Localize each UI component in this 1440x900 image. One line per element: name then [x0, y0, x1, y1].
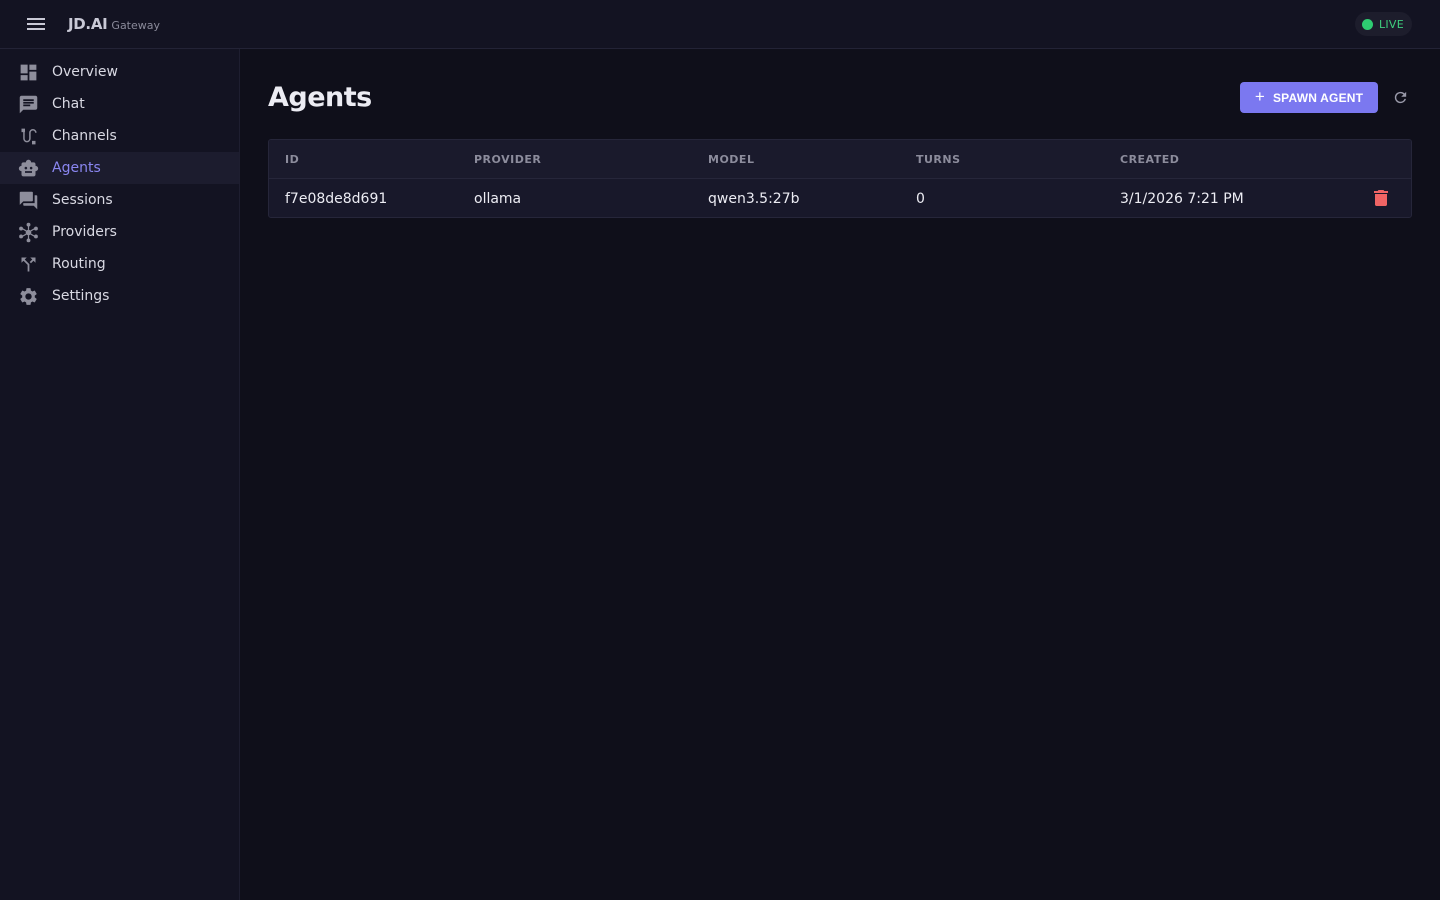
- trash-icon[interactable]: [1373, 189, 1389, 207]
- column-header-provider[interactable]: PROVIDER: [474, 153, 541, 166]
- app-bar: JD.AI Gateway LIVE: [0, 0, 1440, 49]
- sidebar-item-label: Overview: [52, 64, 118, 80]
- sidebar-item-overview[interactable]: Overview: [0, 56, 239, 88]
- sidebar-item-sessions[interactable]: Sessions: [0, 184, 239, 216]
- robot-icon: [17, 157, 39, 179]
- dashboard-icon: [17, 61, 39, 83]
- main-content: Agents + SPAWN AGENT ID PROVIDER MODEL T…: [240, 49, 1440, 900]
- sidebar-item-label: Settings: [52, 288, 110, 304]
- agent-created-cell: 3/1/2026 7:21 PM: [1120, 190, 1244, 207]
- gear-icon: [17, 285, 39, 307]
- sidebar-item-agents[interactable]: Agents: [0, 152, 239, 184]
- sidebar-item-channels[interactable]: Channels: [0, 120, 239, 152]
- brand: JD.AI Gateway: [68, 15, 160, 33]
- sidebar-item-chat[interactable]: Chat: [0, 88, 239, 120]
- sidebar-item-label: Providers: [52, 224, 117, 240]
- sidebar-item-settings[interactable]: Settings: [0, 280, 239, 312]
- live-status-badge: LIVE: [1354, 12, 1412, 36]
- agent-id-cell: f7e08de8d691: [285, 190, 388, 207]
- sidebar-item-label: Agents: [52, 160, 101, 176]
- sidebar-item-providers[interactable]: Providers: [0, 216, 239, 248]
- sidebar-item-label: Routing: [52, 256, 106, 272]
- agents-table: ID PROVIDER MODEL TURNS CREATED f7e08de8…: [268, 139, 1412, 218]
- plus-icon: +: [1254, 87, 1265, 106]
- hub-icon: [17, 221, 39, 243]
- sidebar-item-label: Sessions: [52, 192, 113, 208]
- brand-subtitle: Gateway: [111, 19, 161, 32]
- agent-provider-cell: ollama: [474, 190, 522, 207]
- fork-icon: [17, 253, 39, 275]
- live-status-label: LIVE: [1378, 17, 1404, 31]
- sidebar: Overview Chat Channels Agents Sessions P…: [0, 49, 240, 900]
- hamburger-menu-icon[interactable]: [26, 16, 46, 32]
- column-header-created[interactable]: CREATED: [1120, 153, 1179, 166]
- page-title: Agents: [268, 82, 372, 113]
- forum-icon: [17, 189, 39, 211]
- column-header-turns[interactable]: TURNS: [916, 153, 961, 166]
- brand-name: JD.AI: [68, 15, 108, 33]
- spawn-agent-label: SPAWN AGENT: [1272, 90, 1364, 105]
- table-row[interactable]: f7e08de8d691 ollama qwen3.5:27b 0 3/1/20…: [269, 179, 1411, 217]
- channels-icon: [17, 125, 39, 147]
- sidebar-item-routing[interactable]: Routing: [0, 248, 239, 280]
- column-header-id[interactable]: ID: [285, 153, 299, 166]
- sidebar-item-label: Chat: [52, 96, 85, 112]
- table-header: ID PROVIDER MODEL TURNS CREATED: [269, 140, 1411, 179]
- agent-model-cell: qwen3.5:27b: [708, 190, 800, 207]
- spawn-agent-button[interactable]: + SPAWN AGENT: [1240, 82, 1378, 113]
- status-dot-icon: [1361, 18, 1373, 30]
- agent-turns-cell: 0: [916, 190, 925, 207]
- refresh-icon[interactable]: [1390, 87, 1410, 107]
- sidebar-item-label: Channels: [52, 128, 117, 144]
- column-header-model[interactable]: MODEL: [708, 153, 754, 166]
- chat-icon: [17, 93, 39, 115]
